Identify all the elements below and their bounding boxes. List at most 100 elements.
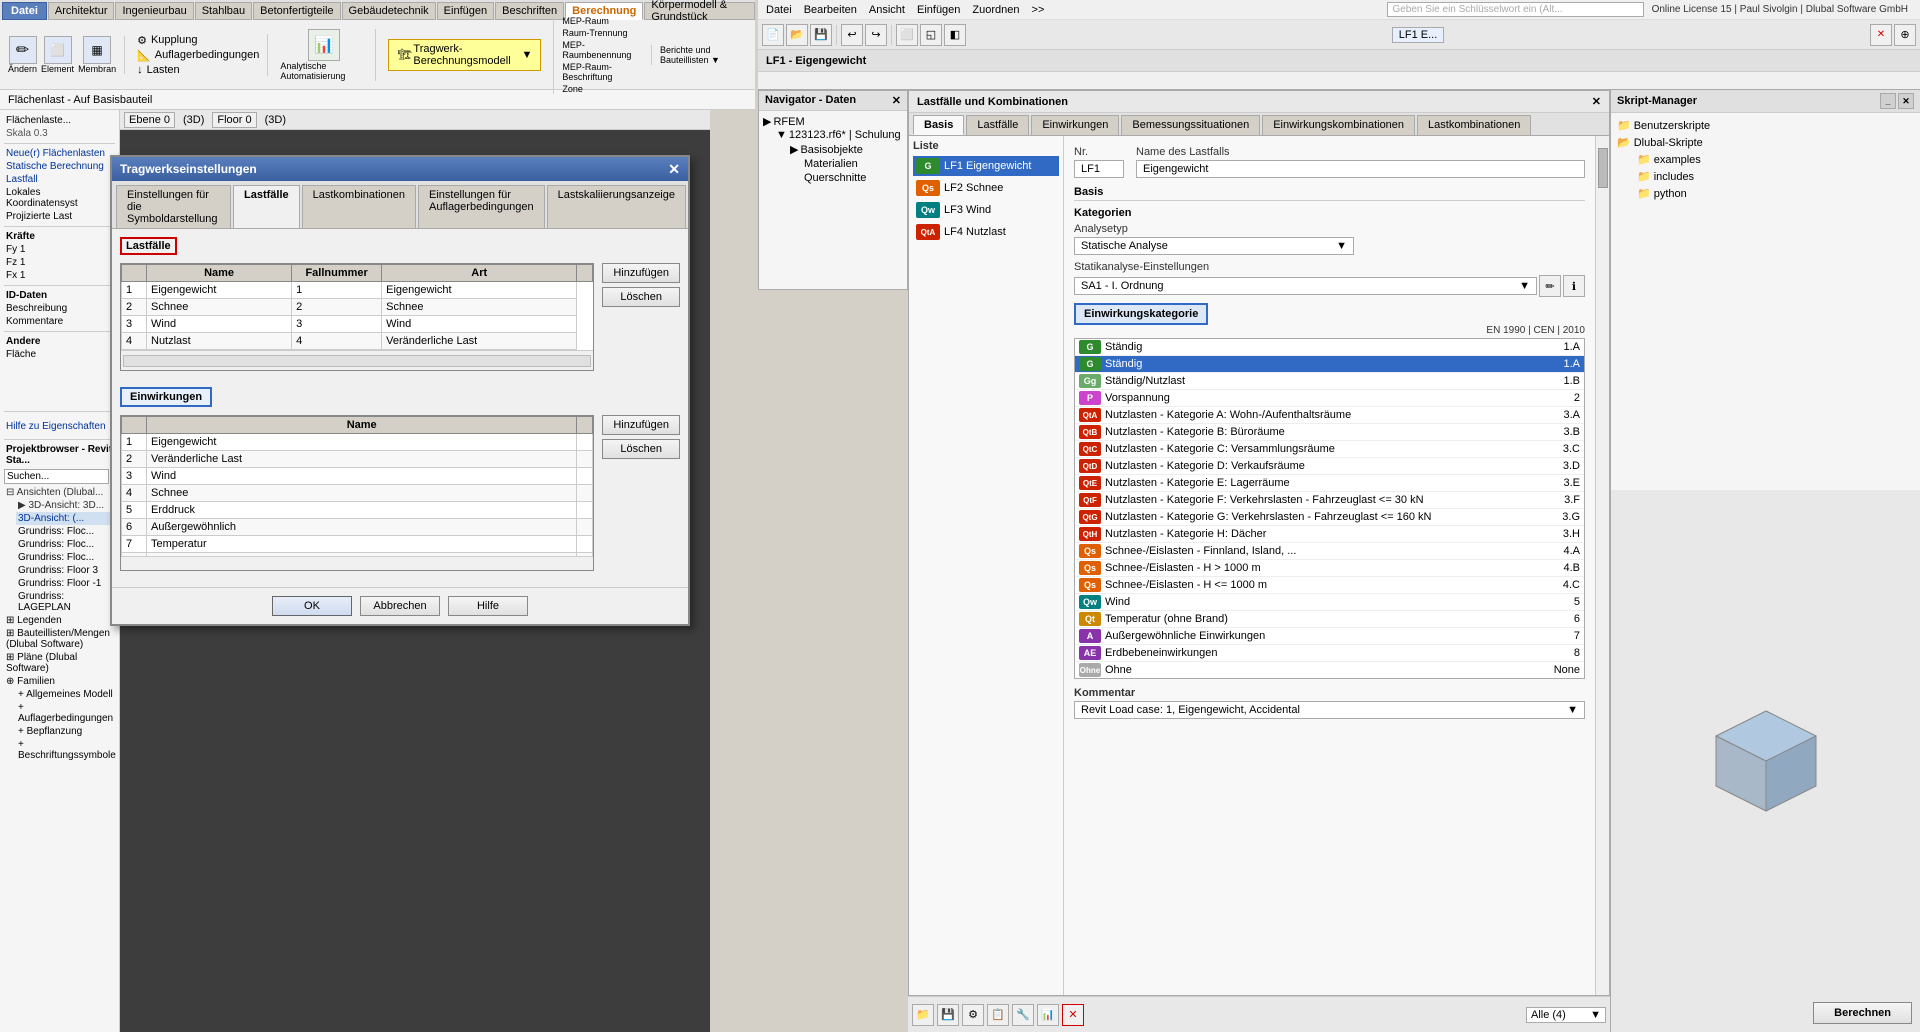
tab-betonfertigteile[interactable]: Betonfertigteile: [253, 2, 340, 20]
tab-lastfälle[interactable]: Lastfälle: [233, 185, 300, 228]
table-row[interactable]: 1Eigengewicht: [122, 434, 593, 451]
toolbar-btn-6[interactable]: 📊: [1037, 1004, 1059, 1026]
toolbar-btn-open[interactable]: 📂: [786, 24, 808, 46]
filter-combo[interactable]: Alle (4) ▼: [1526, 1007, 1606, 1023]
tab-architektur[interactable]: Architektur: [48, 2, 115, 20]
dialog-close-btn[interactable]: ✕: [668, 161, 680, 178]
row-art[interactable]: Eigengewicht: [382, 282, 577, 299]
lastfall-item[interactable]: Lastfall: [4, 173, 115, 186]
table-row[interactable]: 4 Nutzlast 4 Veränderliche Last: [122, 333, 593, 350]
lf-item-3[interactable]: Qw LF3 Wind: [913, 200, 1059, 220]
toolbar-btn-x1[interactable]: ✕: [1870, 24, 1892, 46]
toolbar-btn-view2[interactable]: ◱: [920, 24, 942, 46]
ansichten-item[interactable]: ⊟ Ansichten (Dlubal...: [4, 486, 115, 499]
statik-combo[interactable]: SA1 - I. Ordnung ▼: [1074, 277, 1537, 295]
search-field[interactable]: Suchen...: [4, 469, 109, 484]
level-floor0[interactable]: Floor 0: [212, 112, 256, 128]
toolbar-btn-x2[interactable]: ⊕: [1894, 24, 1916, 46]
sm-min-btn[interactable]: _: [1880, 93, 1896, 109]
tab-stahlbau[interactable]: Stahlbau: [195, 2, 252, 20]
tab-auflagerbedingungen[interactable]: Einstellungen für Auflagerbedingungen: [418, 185, 545, 228]
menu-zuordnen[interactable]: Zuordnen: [968, 4, 1023, 16]
dropdown-item-4a[interactable]: Qs Schnee-/Eislasten - Finnland, Island,…: [1075, 543, 1584, 560]
row-name[interactable]: Wind: [147, 316, 292, 333]
tab-datei[interactable]: Datei: [2, 2, 47, 20]
menu-einfügen[interactable]: Einfügen: [913, 4, 964, 16]
familien-item[interactable]: ⊕ Familien: [4, 675, 115, 688]
row-name[interactable]: Eigengewicht: [147, 282, 292, 299]
sm-close-btn[interactable]: ✕: [1898, 93, 1914, 109]
tab-lastkombinationen[interactable]: Lastkombinationen: [302, 185, 416, 228]
toolbar-btn-view3[interactable]: ◧: [944, 24, 966, 46]
grundriss-floor3[interactable]: Grundriss: Floc...: [16, 551, 115, 564]
search-field-app2[interactable]: Geben Sie ein Schlüsselwort ein (Alt...: [1387, 2, 1643, 17]
dropdown-item-p[interactable]: P Vorspannung 2: [1075, 390, 1584, 407]
navigator-close[interactable]: ✕: [892, 94, 901, 107]
table-row[interactable]: 1 Eigengewicht 1 Eigengewicht: [122, 282, 593, 299]
membran-btn[interactable]: ▦ Membran: [78, 36, 116, 74]
dropdown-item-7[interactable]: A Außergewöhnliche Einwirkungen 7: [1075, 628, 1584, 645]
row-fallnummer[interactable]: 2: [292, 299, 382, 316]
panel-tab-basis[interactable]: Basis: [913, 115, 964, 135]
dropdown-item-3c[interactable]: QtC Nutzlasten - Kategorie C: Versammlun…: [1075, 441, 1584, 458]
hilfe-link[interactable]: Hilfe zu Eigenschaften: [4, 420, 115, 433]
lf-item-1[interactable]: G LF1 Eigengewicht: [913, 156, 1059, 176]
toolbar-btn-view1[interactable]: ⬜: [896, 24, 918, 46]
tab-ingenieurbau[interactable]: Ingenieurbau: [115, 2, 193, 20]
table-row[interactable]: 2Veränderliche Last: [122, 451, 593, 468]
tab-körpermodell[interactable]: Körpermodell & Grundstück: [644, 2, 755, 20]
row-art[interactable]: Wind: [382, 316, 577, 333]
allg-modell[interactable]: + Allgemeines Modell: [16, 688, 115, 701]
3d-ansicht2[interactable]: 3D-Ansicht: (...: [16, 512, 115, 525]
lastfälle-löschen-btn[interactable]: Löschen: [602, 287, 680, 307]
beschriftungssymbole[interactable]: + Beschriftungssymbole: [16, 738, 115, 762]
row-fallnummer[interactable]: 4: [292, 333, 382, 350]
grundriss-lageplan[interactable]: Grundriss: LAGEPLAN: [16, 590, 115, 614]
table-row[interactable]: 4Schnee: [122, 485, 593, 502]
statische-berechnung[interactable]: Statische Berechnung: [4, 160, 115, 173]
row-fallnummer[interactable]: 3: [292, 316, 382, 333]
toolbar-btn-4[interactable]: 📋: [987, 1004, 1009, 1026]
nav-project[interactable]: ▼123123.rf6* | Schulung: [775, 128, 903, 142]
sm-benutzerskripte[interactable]: 📁 Benutzerskripte: [1615, 117, 1916, 134]
panel-tab-bemessungssituationen[interactable]: Bemessungssituationen: [1121, 115, 1260, 135]
dropdown-item-3a[interactable]: QtA Nutzlasten - Kategorie A: Wohn-/Aufe…: [1075, 407, 1584, 424]
sm-dlubal-skripte[interactable]: 📂 Dlubal-Skripte: [1615, 134, 1916, 151]
element-btn[interactable]: ⬜ Element: [41, 36, 74, 74]
dropdown-item-4b[interactable]: Qs Schnee-/Eislasten - H > 1000 m 4.B: [1075, 560, 1584, 577]
sm-includes[interactable]: 📁 includes: [1635, 168, 1916, 185]
einwirkungen-löschen-btn[interactable]: Löschen: [602, 439, 680, 459]
lf-item-2[interactable]: Qs LF2 Schnee: [913, 178, 1059, 198]
lf-item-4[interactable]: QtA LF4 Nutzlast: [913, 222, 1059, 242]
menu-datei[interactable]: Datei: [762, 4, 796, 16]
dropdown-item-3g[interactable]: QtG Nutzlasten - Kategorie G: Verkehrsla…: [1075, 509, 1584, 526]
row-art[interactable]: Veränderliche Last: [382, 333, 577, 350]
ändern-btn[interactable]: ✏ Ändern: [8, 36, 37, 74]
dropdown-item-8[interactable]: AE Erdbebeneinwirkungen 8: [1075, 645, 1584, 662]
toolbar-btn-save[interactable]: 💾: [810, 24, 832, 46]
tragwerk-btn[interactable]: 🏗 Tragwerk-Berechnungsmodell ▼: [388, 39, 541, 71]
table-row[interactable]: 3 Wind 3 Wind: [122, 316, 593, 333]
table-row[interactable]: 2 Schnee 2 Schnee: [122, 299, 593, 316]
dropdown-item-3f[interactable]: QtF Nutzlasten - Kategorie F: Verkehrsla…: [1075, 492, 1584, 509]
dropdown-item-none[interactable]: Ohne Ohne None: [1075, 662, 1584, 678]
statik-edit-btn[interactable]: ✏: [1539, 275, 1561, 297]
nav-rfem-root[interactable]: ▶RFEM: [763, 115, 903, 128]
kommentar-combo[interactable]: Revit Load case: 1, Eigengewicht, Accide…: [1074, 701, 1585, 719]
dropdown-item-5[interactable]: Qw Wind 5: [1075, 594, 1584, 611]
panel-tab-einwirkungen[interactable]: Einwirkungen: [1031, 115, 1119, 135]
row-name[interactable]: Schnee: [147, 299, 292, 316]
grundriss-floor2[interactable]: Grundriss: Floc...: [16, 538, 115, 551]
dropdown-item-4c[interactable]: Qs Schnee-/Eislasten - H <= 1000 m 4.C: [1075, 577, 1584, 594]
lastfälle-hinzufügen-btn[interactable]: Hinzufügen: [602, 263, 680, 283]
tab-lastskaliierung[interactable]: Lastskaliierungsanzeige: [547, 185, 686, 228]
legenden-item[interactable]: ⊞ Legenden: [4, 614, 115, 627]
tab-gebäudetechnik[interactable]: Gebäudetechnik: [342, 2, 436, 20]
grundriss-floor-3[interactable]: Grundriss: Floor 3: [16, 564, 115, 577]
level-ebene0[interactable]: Ebene 0: [124, 112, 175, 128]
tab-symboldarstellung[interactable]: Einstellungen für die Symboldarstellung: [116, 185, 231, 228]
dropdown-item-1a-sel[interactable]: G Ständig 1.A: [1075, 356, 1584, 373]
statik-info-btn[interactable]: ℹ: [1563, 275, 1585, 297]
analysetyp-combo[interactable]: Statische Analyse ▼: [1074, 237, 1354, 255]
dropdown-item-1a[interactable]: G Ständig 1.A: [1075, 339, 1584, 356]
